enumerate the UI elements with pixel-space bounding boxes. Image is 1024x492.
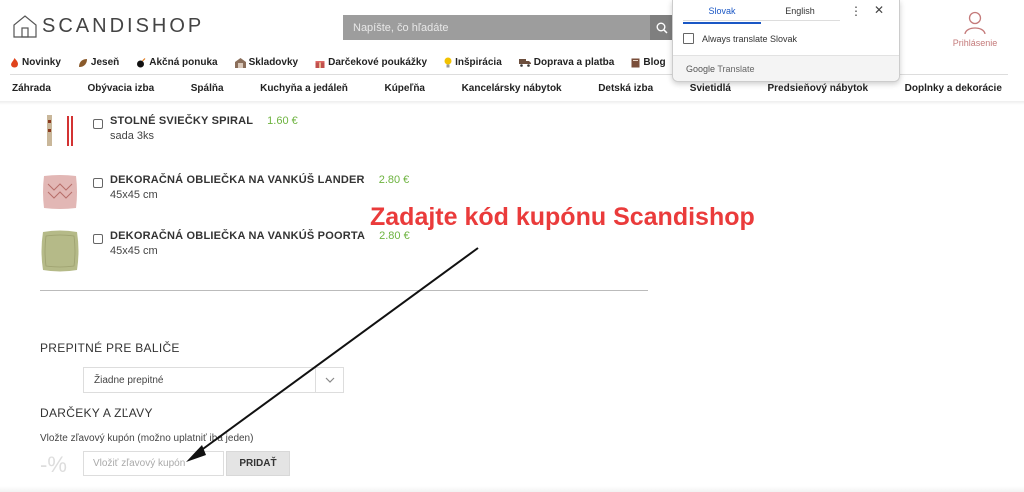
- house-logo-icon: [13, 15, 37, 38]
- product-price: 2.80 €: [378, 174, 410, 186]
- category-kupelna[interactable]: Kúpeľňa: [384, 83, 425, 94]
- search-bar: [343, 15, 673, 40]
- category-doplnky-a-dekoracie[interactable]: Doplnky a dekorácie: [905, 83, 1002, 94]
- flame-icon: [11, 57, 19, 67]
- product-image-candles[interactable]: [40, 115, 80, 155]
- close-icon[interactable]: ✕: [874, 3, 884, 17]
- translate-tabs: Slovak English: [683, 4, 839, 24]
- nav-item-novinky[interactable]: Novinky: [10, 57, 61, 68]
- product-checkbox[interactable]: [93, 178, 103, 188]
- product-desc: 45x45 cm: [110, 245, 158, 257]
- leaf-icon: [78, 58, 87, 67]
- warehouse-icon: [234, 57, 246, 68]
- user-icon: [964, 11, 986, 35]
- translate-brand: Translate: [717, 64, 755, 74]
- chevron-down-icon: [325, 377, 334, 383]
- nav-label: Inšpirácia: [455, 57, 502, 68]
- always-translate-label: Always translate Slovak: [702, 33, 798, 44]
- nav-item-akcna-ponuka[interactable]: Akčná ponuka: [136, 57, 218, 68]
- category-kancelarsky-nabytok[interactable]: Kancelársky nábytok: [462, 83, 562, 94]
- nav-item-blog[interactable]: Blog: [631, 57, 666, 68]
- login-link[interactable]: Prihlásenie: [950, 10, 1000, 48]
- product-desc: sada 3ks: [110, 130, 155, 142]
- category-kuchyna[interactable]: Kuchyňa a jedáleň: [260, 83, 348, 94]
- logo-text: SCANDISHOP: [42, 14, 205, 37]
- tips-selected-value: Žiadne prepitné: [94, 375, 164, 386]
- gift-icon: [315, 60, 325, 68]
- product-checkbox[interactable]: [93, 234, 103, 244]
- more-options-icon[interactable]: ⋮: [850, 4, 862, 18]
- product-info: DEKORAČNÁ OBLIEČKA NA VANKÚŠ LANDER 2.80…: [110, 174, 409, 201]
- section-divider: [40, 290, 648, 291]
- product-desc: 45x45 cm: [110, 189, 158, 201]
- tips-title: PREPITNÉ PRE BALIČE: [40, 341, 180, 355]
- category-svietidla[interactable]: Svietidlá: [690, 83, 731, 94]
- category-obyvacia-izba[interactable]: Obývacia izba: [87, 83, 154, 94]
- coupon-input[interactable]: [83, 451, 224, 476]
- pillow-green-image: [41, 230, 79, 272]
- nav-item-jesen[interactable]: Jeseň: [78, 57, 119, 68]
- nav-label: Doprava a platba: [533, 57, 615, 68]
- always-translate-option[interactable]: Always translate Slovak: [683, 33, 797, 44]
- nav-label: Akčná ponuka: [149, 57, 218, 68]
- product-row: DEKORAČNÁ OBLIEČKA NA VANKÚŠ LANDER 2.80…: [40, 174, 409, 214]
- add-coupon-button[interactable]: PRIDAŤ: [226, 451, 290, 476]
- product-name[interactable]: DEKORAČNÁ OBLIEČKA NA VANKÚŠ POORTA: [110, 230, 365, 242]
- annotation-text: Zadajte kód kupónu Scandishop: [370, 203, 755, 231]
- product-row: STOLNÉ SVIEČKY SPIRAL 1.60 € sada 3ks: [40, 115, 298, 155]
- nav-item-doprava-a-platba[interactable]: Doprava a platba: [518, 57, 615, 68]
- truck-icon: [518, 59, 531, 67]
- candles-image: [47, 115, 73, 146]
- bulb-icon: [444, 57, 452, 68]
- category-zahrada[interactable]: Záhrada: [12, 83, 51, 94]
- category-predsienovy-nabytok[interactable]: Predsieňový nábytok: [767, 83, 868, 94]
- translate-footer: Google Translate: [673, 55, 899, 81]
- percent-icon: -%: [40, 452, 67, 477]
- book-icon: [631, 58, 640, 67]
- always-translate-checkbox[interactable]: [683, 33, 694, 44]
- product-image-lander[interactable]: [40, 174, 80, 214]
- search-icon: [656, 22, 668, 34]
- nav-label: Darčekové poukážky: [328, 57, 428, 68]
- header-shadow: [0, 101, 1024, 105]
- nav-label: Novinky: [22, 57, 61, 68]
- nav-item-inspiracia[interactable]: Inšpirácia: [444, 57, 502, 68]
- search-input[interactable]: [343, 15, 650, 40]
- bottom-shadow: [0, 486, 1024, 492]
- bomb-icon: [137, 57, 146, 67]
- product-info: DEKORAČNÁ OBLIEČKA NA VANKÚŠ POORTA 2.80…: [110, 230, 410, 257]
- discounts-title: DARČEKY A ZĽAVY: [40, 406, 153, 420]
- tab-english[interactable]: English: [761, 4, 839, 24]
- coupon-label: Vložte zľavový kupón (možno uplatniť iba…: [40, 433, 254, 444]
- product-price: 1.60 €: [267, 115, 298, 127]
- nav-item-darcekove-poukazky[interactable]: Darčekové poukážky: [315, 57, 427, 68]
- nav-label: Blog: [643, 57, 666, 68]
- site-logo[interactable]: SCANDISHOP: [12, 14, 204, 38]
- category-nav: Záhrada Obývacia izba Spálňa Kuchyňa a j…: [12, 83, 1002, 94]
- category-detska-izba[interactable]: Detská izba: [598, 83, 653, 94]
- category-spalna[interactable]: Spálňa: [191, 83, 224, 94]
- pillow-pink-image: [43, 175, 77, 209]
- login-label: Prihlásenie: [952, 38, 998, 48]
- google-brand: Google: [686, 64, 716, 74]
- primary-nav: Novinky Jeseň Akčná ponuka Skladovky Dar…: [10, 57, 683, 68]
- nav-label: Skladovky: [248, 57, 299, 68]
- tips-select[interactable]: Žiadne prepitné: [83, 367, 344, 393]
- product-info: STOLNÉ SVIEČKY SPIRAL 1.60 € sada 3ks: [110, 115, 298, 142]
- product-checkbox[interactable]: [93, 119, 103, 129]
- nav-item-skladovky[interactable]: Skladovky: [234, 57, 299, 68]
- tab-slovak[interactable]: Slovak: [683, 4, 761, 24]
- product-name[interactable]: DEKORAČNÁ OBLIEČKA NA VANKÚŠ LANDER: [110, 174, 365, 186]
- product-row: DEKORAČNÁ OBLIEČKA NA VANKÚŠ POORTA 2.80…: [40, 230, 410, 272]
- product-name[interactable]: STOLNÉ SVIEČKY SPIRAL: [110, 115, 253, 127]
- tabs-underline: [683, 20, 840, 21]
- product-image-poorta[interactable]: [40, 230, 80, 272]
- select-arrow[interactable]: [315, 368, 343, 392]
- translate-popup: Slovak English ⋮ ✕ Always translate Slov…: [672, 0, 900, 82]
- nav-label: Jeseň: [90, 57, 120, 68]
- search-button[interactable]: [650, 15, 673, 40]
